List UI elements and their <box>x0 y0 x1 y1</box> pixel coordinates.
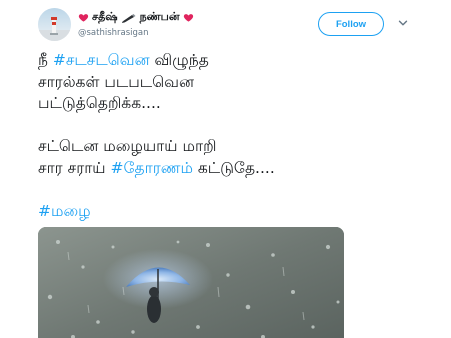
tweet-media-image[interactable] <box>38 227 344 338</box>
hashtag-link[interactable]: #சடசடவென <box>53 51 150 69</box>
user-info[interactable]: சதீஷ் நண்பன் @sathishrasigan <box>78 10 308 38</box>
follow-button[interactable]: Follow <box>318 12 384 36</box>
tweet-line: சாரல்கள் படபடவென <box>38 72 195 91</box>
avatar-image <box>38 8 71 41</box>
display-name-part1: சதீஷ் <box>92 10 118 23</box>
heart-icon <box>183 14 193 22</box>
tweet-line-spacer <box>38 179 438 201</box>
tweet: சதீஷ் நண்பன் @sathishrasigan Follow நீ #… <box>0 0 451 338</box>
display-name[interactable]: சதீஷ் நண்பன் <box>78 10 308 25</box>
avatar[interactable] <box>38 8 71 41</box>
hashtag-link[interactable]: #தோரணம் <box>111 159 193 177</box>
tweet-line: #மழை <box>38 201 438 223</box>
tweet-text-segment: நீ <box>38 51 53 69</box>
display-name-part2: நண்பன் <box>139 10 180 23</box>
tweet-line-spacer <box>38 115 438 137</box>
tweet-line: சட்டென மழையாய் மாறி <box>38 137 217 155</box>
tweet-line: பட்டுத்தெறிக்க.... <box>38 94 161 112</box>
user-handle[interactable]: @sathishrasigan <box>78 28 308 38</box>
tweet-text-segment: விழுந்த <box>149 51 209 69</box>
chevron-down-icon[interactable] <box>398 18 408 28</box>
tweet-line: சார சராய் #தோரணம் கட்டுதே.... <box>38 158 438 180</box>
heart-icon <box>78 14 89 22</box>
rain-umbrella-image <box>38 227 344 338</box>
pen-icon <box>121 13 136 23</box>
tweet-text-segment: சார சராய் <box>38 158 111 177</box>
tweet-line: நீ #சடசடவென விழுந்த <box>38 50 438 72</box>
tweet-text-segment: கட்டுதே.... <box>192 158 275 177</box>
hashtag-link[interactable]: #மழை <box>38 202 91 220</box>
tweet-text: நீ #சடசடவென விழுந்த சாரல்கள் படபடவென பட்… <box>38 50 438 222</box>
